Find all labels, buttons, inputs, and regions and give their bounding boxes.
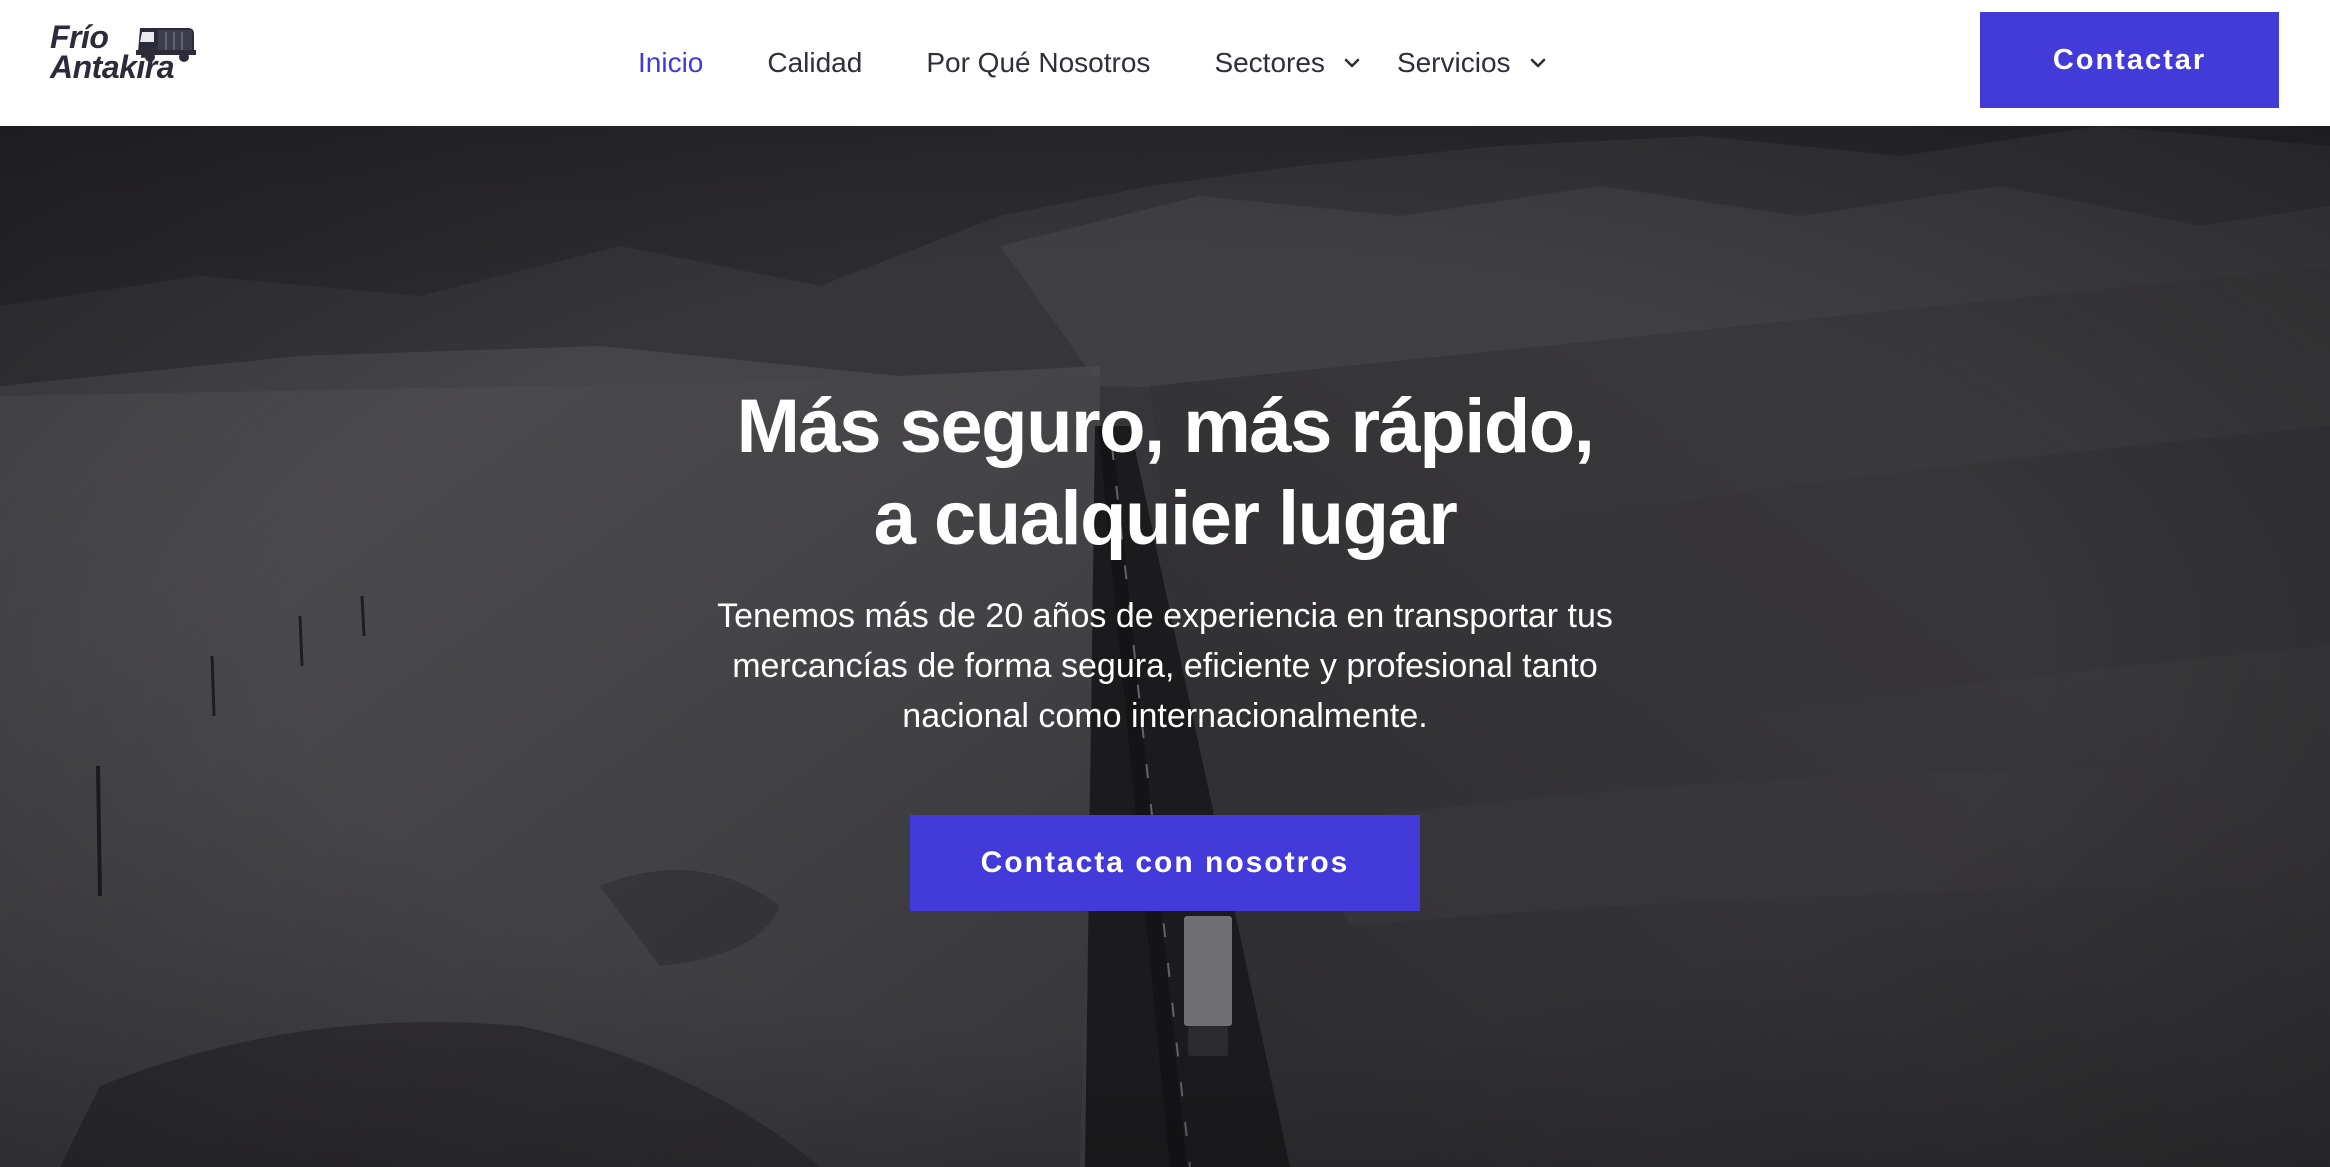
hero-title-line-2: a cualquier lugar — [873, 476, 1458, 561]
hero-subtitle-line-1: Tenemos más de 20 años de experiencia en… — [717, 597, 1613, 635]
nav-item-label: Calidad — [767, 47, 863, 78]
chevron-down-icon — [1344, 58, 1360, 68]
hero-section: Más seguro, más rápido, a cualquier luga… — [0, 126, 2330, 1167]
main-nav: Inicio Calidad Por Qué Nosotros Sectores… — [638, 0, 1583, 126]
nav-item-inicio[interactable]: Inicio — [638, 47, 703, 79]
hero-title: Más seguro, más rápido, a cualquier luga… — [665, 381, 1665, 565]
nav-item-por-que-nosotros[interactable]: Por Qué Nosotros — [926, 47, 1150, 79]
nav-item-calidad[interactable]: Calidad — [767, 47, 862, 79]
hero-subtitle-line-2: mercancías de forma segura, eficiente y … — [732, 647, 1598, 685]
nav-item-label: Inicio — [638, 47, 704, 78]
contacta-con-nosotros-button[interactable]: Contacta con nosotros — [910, 815, 1420, 911]
truck-icon — [136, 28, 196, 62]
nav-item-sectores[interactable]: Sectores — [1214, 47, 1363, 79]
nav-item-label: Por Qué Nosotros — [926, 47, 1151, 78]
nav-item-label: Servicios — [1396, 47, 1511, 78]
nav-item-servicios[interactable]: Servicios — [1397, 47, 1549, 79]
hero-subtitle: Tenemos más de 20 años de experiencia en… — [685, 591, 1645, 741]
nav-item-label: Sectores — [1214, 47, 1325, 78]
contactar-button[interactable]: Contactar — [1980, 12, 2279, 108]
hero-subtitle-line-3: nacional como internacionalmente. — [902, 697, 1428, 735]
chevron-down-icon — [1530, 58, 1545, 68]
hero-title-line-1: Más seguro, más rápido, — [736, 384, 1595, 469]
hero-content: Más seguro, más rápido, a cualquier luga… — [0, 126, 2330, 1167]
logo[interactable]: Frío Antakira — [50, 21, 200, 92]
site-header: Frío Antakira Inicio Calidad Por Qué Nos… — [0, 0, 2330, 126]
